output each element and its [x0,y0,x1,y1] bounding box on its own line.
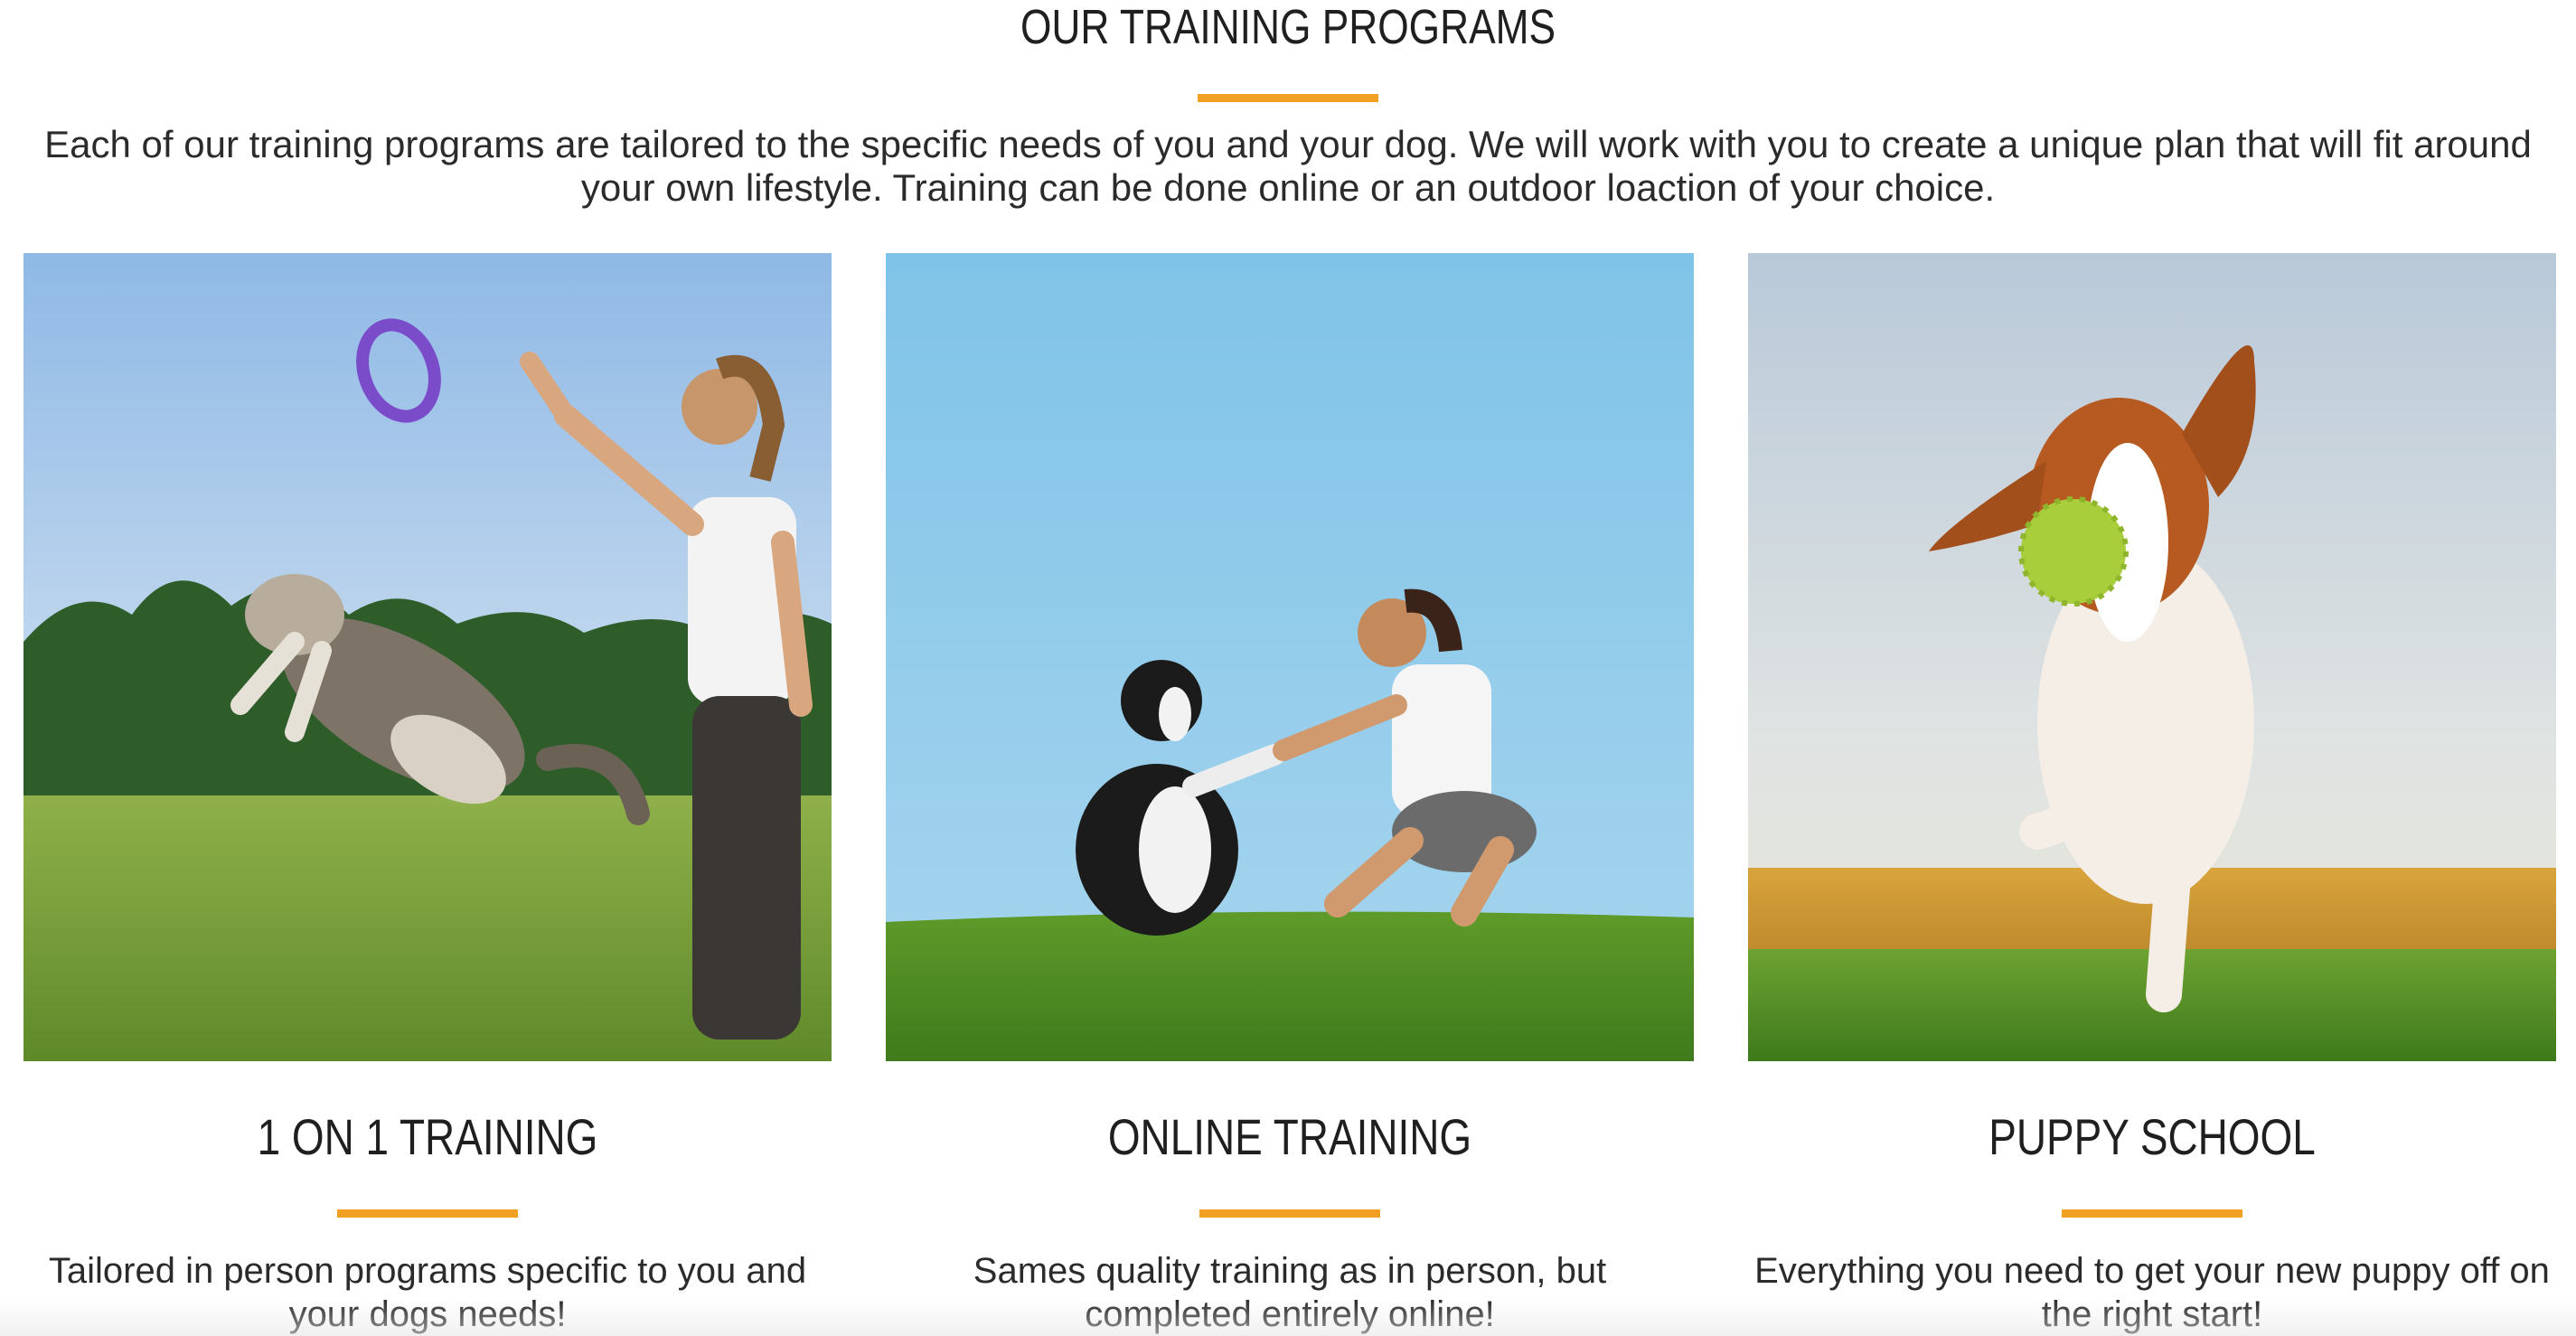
section-title: OUR TRAINING PROGRAMS [1020,0,1556,54]
program-card-1on1[interactable]: 1 ON 1 TRAINING Tailored in person progr… [24,253,832,1334]
program-card-puppy-school[interactable]: PUPPY SCHOOL Everything you need to get … [1748,253,2556,1334]
program-title-underline [1199,1209,1380,1218]
program-card-online[interactable]: ONLINE TRAINING Sames quality training a… [886,253,1694,1334]
program-title: PUPPY SCHOOL [1988,1108,2316,1165]
section-title-underline [1198,94,1378,102]
program-title-underline [2062,1209,2242,1218]
bottom-shadow [0,1300,2576,1336]
program-title: ONLINE TRAINING [1107,1108,1472,1165]
woman-and-dog-jumping-for-ring-photo[interactable] [24,253,832,1061]
photo-scene-1 [24,253,832,1061]
beagle-running-with-ball-photo[interactable] [1748,253,2556,1061]
program-title: 1 ON 1 TRAINING [257,1108,598,1165]
photo-scene-3 [1748,253,2556,1061]
photo-scene-2 [886,253,1694,1061]
section-intro: Each of our training programs are tailor… [44,123,2532,209]
training-programs-section: OUR TRAINING PROGRAMS Each of our traini… [0,0,2576,1336]
program-title-underline [337,1209,518,1218]
woman-shaking-paws-with-dog-photo[interactable] [886,253,1694,1061]
